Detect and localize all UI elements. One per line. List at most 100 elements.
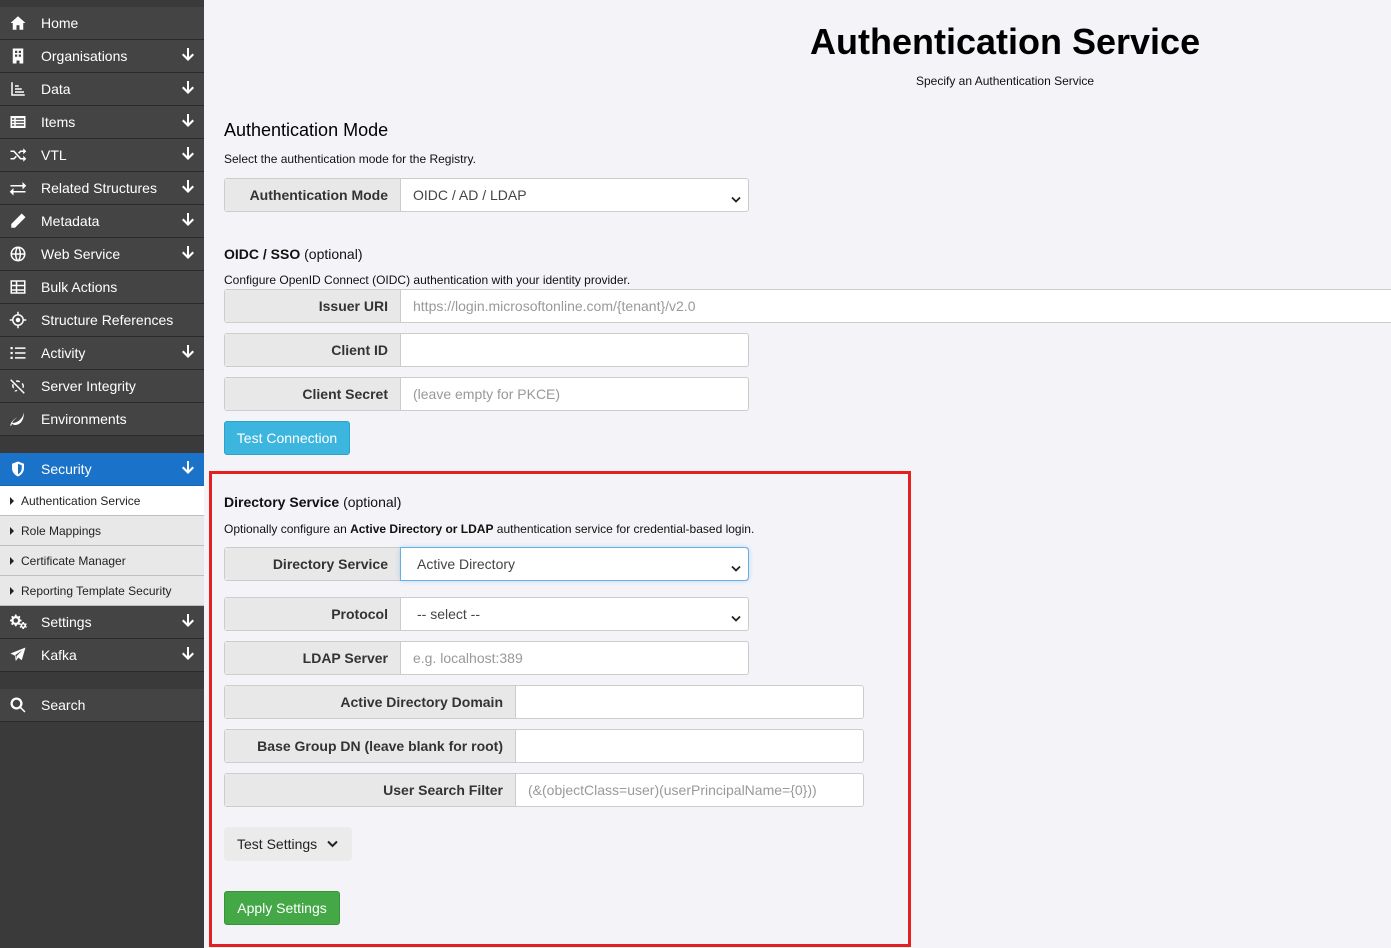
client-secret-placeholder: (leave empty for PKCE) xyxy=(413,386,561,402)
sidebar-item-label: Organisations xyxy=(41,48,128,64)
submenu-item-authentication-service[interactable]: Authentication Service xyxy=(0,486,204,516)
client-secret-label: Client Secret xyxy=(225,378,401,410)
sidebar-item-organisations[interactable]: Organisations xyxy=(0,40,204,73)
ldap-server-field: LDAP Server e.g. localhost:389 xyxy=(224,641,749,675)
sidebar-item-label: Data xyxy=(41,81,71,97)
sidebar-item-metadata[interactable]: Metadata xyxy=(0,205,204,238)
security-submenu: Authentication Service Role Mappings Certi… xyxy=(0,486,204,606)
directory-desc-post: authentication service for credential-ba… xyxy=(493,522,755,536)
ldap-server-input[interactable]: e.g. localhost:389 xyxy=(401,642,748,674)
directory-service-select[interactable]: Active Directory xyxy=(401,548,748,580)
test-connection-button[interactable]: Test Connection xyxy=(224,421,350,455)
arrow-down-icon xyxy=(182,647,196,663)
sidebar-item-structure-references[interactable]: Structure References xyxy=(0,304,204,337)
directory-heading-optional: (optional) xyxy=(339,494,402,510)
arrow-down-icon xyxy=(182,180,196,196)
test-settings-label: Test Settings xyxy=(237,836,318,852)
ldap-server-placeholder: e.g. localhost:389 xyxy=(413,650,523,666)
broken-link-icon xyxy=(8,376,28,396)
sidebar-item-label: Items xyxy=(41,114,76,130)
auth-mode-description: Select the authentication mode for the R… xyxy=(224,152,476,166)
sidebar-item-activity[interactable]: Activity xyxy=(0,337,204,370)
user-search-filter-input[interactable]: (&(objectClass=user)(userPrincipalName={… xyxy=(516,774,863,806)
arrow-down-icon xyxy=(182,213,196,229)
sidebar-item-items[interactable]: Items xyxy=(0,106,204,139)
client-id-input[interactable] xyxy=(401,334,748,366)
issuer-uri-label: Issuer URI xyxy=(225,290,401,322)
chevron-down-icon xyxy=(731,191,741,203)
directory-service-value: Active Directory xyxy=(417,556,516,572)
sidebar-nav-top: Home Organisations Data Items VTL Related Str… xyxy=(0,7,204,436)
client-id-field: Client ID xyxy=(224,333,749,367)
base-group-dn-label: Base Group DN (leave blank for root) xyxy=(225,730,516,762)
issuer-uri-field: Issuer URI https://login.microsoftonline… xyxy=(224,289,1391,323)
oidc-heading: OIDC / SSO (optional) xyxy=(224,246,363,262)
auth-mode-select[interactable]: OIDC / AD / LDAP xyxy=(401,179,748,211)
sidebar-item-search[interactable]: Search xyxy=(0,689,204,722)
sidebar-item-related-structures[interactable]: Related Structures xyxy=(0,172,204,205)
list-icon xyxy=(8,112,28,132)
search-icon xyxy=(8,695,28,715)
shield-icon xyxy=(8,459,28,479)
submenu-item-label: Reporting Template Security xyxy=(21,583,172,598)
submenu-item-certificate-manager[interactable]: Certificate Manager xyxy=(0,546,204,576)
sidebar-item-label: Environments xyxy=(41,411,127,427)
protocol-select[interactable]: -- select -- xyxy=(401,598,748,630)
bullet-list-icon xyxy=(8,343,28,363)
main-content: Authentication Service Specify an Authen… xyxy=(204,0,1391,948)
sidebar-item-bulk-actions[interactable]: Bulk Actions xyxy=(0,271,204,304)
sidebar: Home Organisations Data Items VTL Related Str… xyxy=(0,0,204,948)
test-settings-toggle[interactable]: Test Settings xyxy=(224,827,352,861)
sidebar-item-label: Kafka xyxy=(41,647,77,663)
submenu-item-reporting-template-security[interactable]: Reporting Template Security xyxy=(0,576,204,606)
sidebar-item-settings[interactable]: Settings xyxy=(0,606,204,639)
issuer-uri-placeholder: https://login.microsoftonline.com/{tenan… xyxy=(413,298,696,314)
submenu-item-role-mappings[interactable]: Role Mappings xyxy=(0,516,204,546)
sidebar-item-data[interactable]: Data xyxy=(0,73,204,106)
sidebar-item-vtl[interactable]: VTL xyxy=(0,139,204,172)
auth-mode-value: OIDC / AD / LDAP xyxy=(413,187,527,203)
arrow-down-icon xyxy=(182,461,196,477)
sidebar-nav-search: Search xyxy=(0,689,204,722)
ldap-server-label: LDAP Server xyxy=(225,642,401,674)
arrow-down-icon xyxy=(182,147,196,163)
submenu-item-label: Authentication Service xyxy=(21,493,141,508)
sidebar-item-label: Structure References xyxy=(41,312,174,328)
ad-domain-field: Active Directory Domain xyxy=(224,685,864,719)
auth-mode-field: Authentication Mode OIDC / AD / LDAP xyxy=(224,178,749,212)
user-search-filter-field: User Search Filter (&(objectClass=user)(… xyxy=(224,773,864,807)
issuer-uri-input[interactable]: https://login.microsoftonline.com/{tenan… xyxy=(401,290,1391,322)
exchange-icon xyxy=(8,178,28,198)
sidebar-item-label: Server Integrity xyxy=(41,378,136,394)
sidebar-item-label: Metadata xyxy=(41,213,100,229)
auth-mode-heading: Authentication Mode xyxy=(224,120,389,140)
client-secret-input[interactable]: (leave empty for PKCE) xyxy=(401,378,748,410)
sidebar-item-home[interactable]: Home xyxy=(0,7,204,40)
sidebar-item-environments[interactable]: Environments xyxy=(0,403,204,436)
chevron-down-icon xyxy=(327,840,338,848)
submenu-item-label: Certificate Manager xyxy=(21,553,126,568)
oidc-heading-bold: OIDC / SSO xyxy=(224,246,301,262)
ad-domain-label: Active Directory Domain xyxy=(225,686,516,718)
submenu-item-label: Role Mappings xyxy=(21,523,102,538)
sidebar-item-kafka[interactable]: Kafka xyxy=(0,639,204,672)
directory-heading: Directory Service (optional) xyxy=(224,494,401,510)
base-group-dn-input[interactable] xyxy=(516,730,863,762)
leaf-icon xyxy=(8,409,28,429)
ad-domain-input[interactable] xyxy=(516,686,863,718)
page-title: Authentication Service xyxy=(810,21,1201,62)
client-secret-field: Client Secret (leave empty for PKCE) xyxy=(224,377,749,411)
crosshair-icon xyxy=(8,310,28,330)
sidebar-item-security[interactable]: Security xyxy=(0,453,204,486)
sidebar-nav-lower: Settings Kafka xyxy=(0,606,204,672)
gears-icon xyxy=(8,612,28,632)
auth-mode-label: Authentication Mode xyxy=(225,179,401,211)
sidebar-item-label: Related Structures xyxy=(41,180,157,196)
apply-settings-button[interactable]: Apply Settings xyxy=(224,891,340,925)
sidebar-item-web-service[interactable]: Web Service xyxy=(0,238,204,271)
sidebar-item-server-integrity[interactable]: Server Integrity xyxy=(0,370,204,403)
directory-service-label: Directory Service xyxy=(225,548,401,580)
directory-description: Optionally configure an Active Directory… xyxy=(224,522,754,536)
sidebar-item-label: Search xyxy=(41,697,86,713)
arrow-down-icon xyxy=(182,246,196,262)
